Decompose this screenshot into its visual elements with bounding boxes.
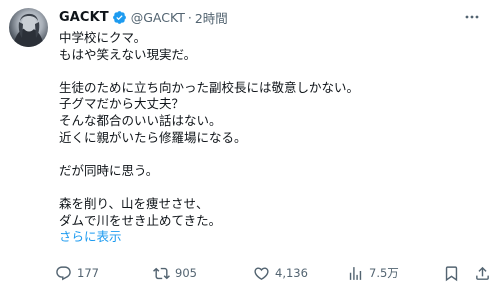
timestamp[interactable]: 2時間	[195, 8, 228, 27]
repost-icon	[153, 267, 170, 279]
share-icon	[476, 266, 489, 280]
bookmark-button[interactable]	[443, 263, 460, 283]
avatar-image	[13, 13, 44, 47]
author-handle[interactable]: @GACKT	[131, 10, 185, 25]
tweet-line: だが同時に思う。	[59, 162, 159, 178]
tweet-header: GACKT @GACKT · 2時間	[59, 7, 228, 27]
views-icon	[349, 266, 362, 280]
show-more-link[interactable]: さらに表示	[59, 229, 479, 246]
repost-count: 905	[175, 266, 197, 280]
tweet-line: 森を削り、山を痩せさせ、	[59, 195, 209, 211]
verified-icon	[112, 10, 127, 25]
views-button[interactable]: 7.5万	[347, 263, 399, 283]
reply-button[interactable]: 177	[55, 263, 99, 283]
tweet-line: もはや笑えない現実だ。	[59, 46, 197, 62]
reply-icon	[56, 265, 71, 280]
share-button[interactable]	[474, 263, 491, 283]
more-icon	[465, 15, 479, 19]
like-icon	[254, 266, 269, 280]
like-button[interactable]: 4,136	[253, 263, 308, 283]
tweet-line: そんな都合のいい話はない。	[59, 112, 222, 128]
tweet-line: 子グマだから大丈夫？	[59, 96, 185, 112]
views-count: 7.5万	[369, 266, 399, 280]
avatar[interactable]	[9, 8, 48, 47]
tweet-line: 中学校にクマ。	[59, 30, 147, 45]
tweet-line: 近くに親がいたら修羅場になる。	[59, 129, 247, 145]
more-options-button[interactable]	[462, 10, 482, 24]
reply-count: 177	[77, 266, 99, 280]
tweet-line: 生徒のために立ち向かった副校長には敬意しかない。	[59, 79, 360, 95]
tweet-text: 中学校にクマ。 もはや笑えない現実だ。 生徒のために立ち向かった副校長には敬意し…	[59, 30, 479, 246]
tweet-card[interactable]: GACKT @GACKT · 2時間 中学校にクマ。 もはや笑えない現実だ。 生…	[0, 0, 493, 295]
like-count: 4,136	[275, 266, 308, 280]
author-display-name[interactable]: GACKT	[59, 10, 109, 25]
repost-button[interactable]: 905	[153, 263, 197, 283]
separator-dot: ·	[187, 9, 192, 25]
bookmark-icon	[445, 265, 458, 281]
tweet-actions: 177 905 4,136 7.5万	[55, 263, 489, 283]
tweet-line: ダムで川をせき止めてきた。	[59, 212, 222, 228]
